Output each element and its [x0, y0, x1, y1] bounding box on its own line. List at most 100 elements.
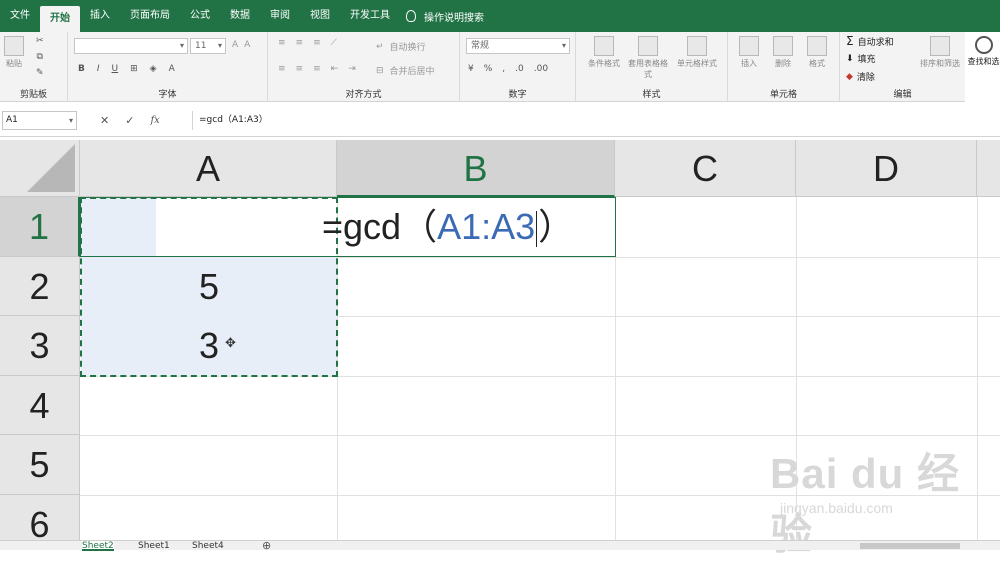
- watermark-url: jingyan.baidu.com: [780, 500, 893, 516]
- group-styles: 条件格式 套用表格格式 单元格样式 样式: [576, 32, 728, 102]
- number-format-dropdown[interactable]: 常规 ▾: [466, 38, 570, 54]
- decrease-font-icon[interactable]: A: [244, 40, 250, 50]
- format-cells-button[interactable]: 格式: [802, 36, 832, 69]
- tab-developer[interactable]: 开发工具: [340, 0, 400, 32]
- tab-file[interactable]: 文件: [0, 0, 40, 32]
- chevron-down-icon: ▾: [561, 41, 566, 50]
- editing-group-label: 编辑: [893, 90, 912, 100]
- insert-label: 插入: [741, 59, 757, 68]
- column-header-e[interactable]: [977, 140, 1000, 197]
- grid-line: [80, 435, 1000, 436]
- row-header-6[interactable]: 6: [0, 495, 80, 540]
- select-all-icon: [27, 144, 75, 192]
- column-header-a[interactable]: A: [80, 140, 337, 197]
- comma-button[interactable]: ,: [502, 64, 505, 74]
- tab-page-layout[interactable]: 页面布局: [120, 0, 180, 32]
- tab-formulas[interactable]: 公式: [180, 0, 220, 32]
- increase-font-icon[interactable]: A: [232, 40, 238, 50]
- horizontal-scrollbar[interactable]: [860, 543, 960, 549]
- underline-button[interactable]: U: [112, 64, 119, 74]
- cancel-icon[interactable]: ✕: [100, 114, 109, 127]
- sort-filter-label: 排序和筛选: [920, 59, 960, 68]
- delete-cells-button[interactable]: 删除: [768, 36, 798, 69]
- font-color-icon[interactable]: A: [169, 64, 175, 74]
- borders-icon[interactable]: ⊞: [130, 64, 138, 74]
- formula-prefix: =gcd（: [322, 206, 438, 247]
- copy-icon[interactable]: ⧉: [37, 52, 43, 62]
- wrap-text-button[interactable]: 自动换行: [390, 40, 426, 53]
- confirm-icon[interactable]: ✓: [125, 114, 134, 127]
- percent-button[interactable]: %: [484, 64, 493, 74]
- align-center-icon[interactable]: ≡: [296, 64, 304, 74]
- chevron-down-icon: ▾: [179, 41, 184, 50]
- autosum-label: 自动求和: [857, 37, 894, 48]
- cell-styles-label: 单元格样式: [677, 59, 717, 68]
- fill-color-icon[interactable]: ◈: [150, 64, 157, 74]
- in-cell-formula[interactable]: =gcd（A1:A3）: [322, 197, 574, 257]
- row-header-3[interactable]: 3: [0, 316, 80, 376]
- tab-insert[interactable]: 插入: [80, 0, 120, 32]
- font-name-dropdown[interactable]: ▾: [74, 38, 188, 54]
- number-group-label: 数字: [508, 90, 527, 100]
- format-icon: [807, 36, 827, 56]
- align-top-icon[interactable]: ≡: [278, 38, 286, 48]
- number-format-value: 常规: [471, 41, 490, 51]
- column-header-b[interactable]: B: [337, 140, 615, 197]
- text-caret: [536, 211, 538, 248]
- add-sheet-icon[interactable]: ⊕: [262, 539, 271, 552]
- group-alignment: ≡ ≡ ≡ ⟋ ↵ 自动换行 ≡ ≡ ≡ ⇤ ⇥ ⊟ 合并后居中 对齐方式: [268, 32, 460, 102]
- clear-label: 清除: [856, 73, 875, 83]
- format-painter-icon[interactable]: ✎: [36, 68, 44, 78]
- format-as-table-button[interactable]: 套用表格格式: [628, 36, 668, 80]
- autosum-button[interactable]: Σ 自动求和: [846, 34, 894, 48]
- formula-bar: A1 ▾ ✕ ✓ fx =gcd（A1:A3）: [0, 103, 1000, 137]
- cut-icon[interactable]: ✂: [36, 36, 44, 46]
- font-size-value: 11: [195, 41, 207, 51]
- align-right-icon[interactable]: ≡: [313, 64, 321, 74]
- tab-home[interactable]: 开始: [40, 6, 80, 32]
- row-header-2[interactable]: 2: [0, 257, 80, 316]
- indent-icon[interactable]: ⇤: [331, 64, 339, 74]
- italic-button[interactable]: I: [97, 64, 100, 74]
- merge-center-button[interactable]: 合并后居中: [390, 64, 435, 77]
- alignment-group-label: 对齐方式: [345, 90, 382, 100]
- orientation-icon[interactable]: ⟋: [331, 38, 337, 48]
- insert-function-icon[interactable]: fx: [150, 115, 159, 126]
- tab-review[interactable]: 审阅: [260, 0, 300, 32]
- align-left-icon[interactable]: ≡: [278, 64, 286, 74]
- sheet-tab-bar: Sheet2 Sheet1 Sheet4 ⊕: [0, 539, 1000, 552]
- cell-styles-button[interactable]: 单元格样式: [670, 36, 724, 69]
- fill-button[interactable]: ⬇ 填充: [846, 52, 876, 66]
- row-header-4[interactable]: 4: [0, 376, 80, 435]
- currency-icon[interactable]: ¥: [468, 64, 474, 74]
- lightbulb-icon: [406, 10, 416, 22]
- font-size-dropdown[interactable]: 11 ▾: [190, 38, 226, 54]
- tell-me-search[interactable]: 操作说明搜索: [406, 9, 484, 24]
- find-select-button[interactable]: 查找和选: [967, 36, 1000, 67]
- outdent-icon[interactable]: ⇥: [348, 64, 356, 74]
- insert-cells-button[interactable]: 插入: [734, 36, 764, 69]
- font-group-label: 字体: [158, 90, 177, 100]
- formula-input[interactable]: =gcd（A1:A3）: [192, 111, 1000, 130]
- column-header-c[interactable]: C: [615, 140, 796, 197]
- align-middle-icon[interactable]: ≡: [296, 38, 304, 48]
- paste-button[interactable]: 粘贴: [4, 36, 24, 69]
- conditional-format-button[interactable]: 条件格式: [582, 36, 626, 69]
- fill-label: 填充: [857, 55, 876, 65]
- sort-filter-button[interactable]: 排序和筛选: [916, 36, 964, 69]
- bold-button[interactable]: B: [78, 64, 85, 74]
- delete-icon: [773, 36, 793, 56]
- align-bottom-icon[interactable]: ≡: [313, 38, 321, 48]
- decrease-decimal-icon[interactable]: .00: [534, 64, 548, 74]
- name-box[interactable]: A1 ▾: [2, 111, 77, 130]
- clear-button[interactable]: ◆ 清除: [846, 70, 875, 84]
- column-header-d[interactable]: D: [796, 140, 977, 197]
- tab-data[interactable]: 数据: [220, 0, 260, 32]
- increase-decimal-icon[interactable]: .0: [515, 64, 524, 74]
- row-header-1[interactable]: 1: [0, 197, 80, 257]
- select-all-button[interactable]: [0, 140, 80, 197]
- conditional-format-icon: [594, 36, 614, 56]
- row-header-5[interactable]: 5: [0, 435, 80, 495]
- chevron-down-icon: ▾: [217, 41, 222, 50]
- tab-view[interactable]: 视图: [300, 0, 340, 32]
